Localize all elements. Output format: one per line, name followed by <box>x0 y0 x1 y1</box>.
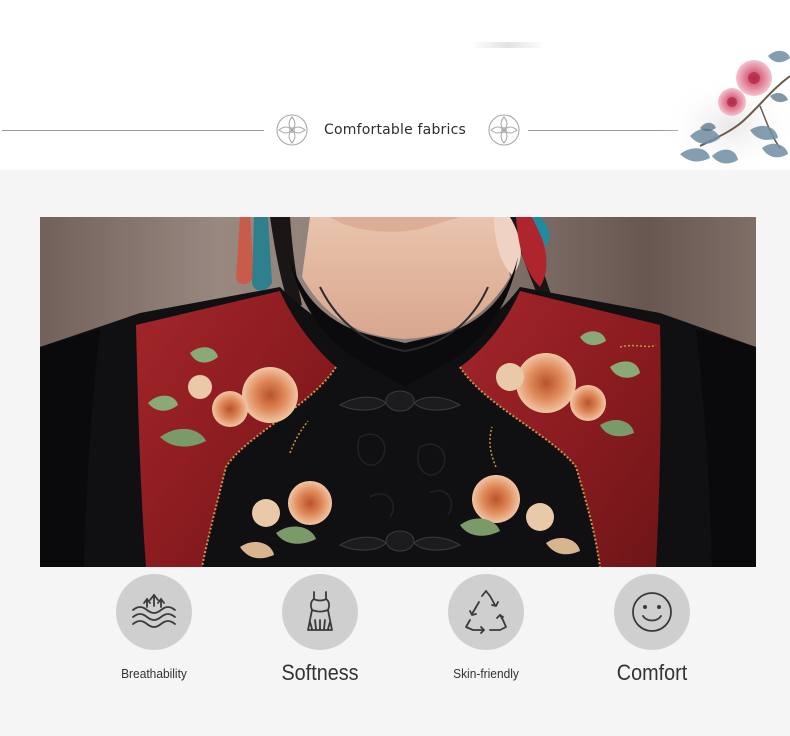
peony-painting-image <box>660 50 790 170</box>
ornament-icon-left <box>276 114 308 146</box>
product-detail-page: Comfortable fabrics Breathability Softne… <box>0 0 790 736</box>
header-divider-left <box>2 130 264 131</box>
comfort-icon-circle <box>614 574 690 650</box>
feature-label: Breathability <box>121 666 187 681</box>
feature-breathability: Breathability <box>74 574 234 704</box>
recycle-icon <box>465 590 507 634</box>
product-photo <box>40 217 756 567</box>
feature-label: Comfort <box>616 660 688 685</box>
section-header: Comfortable fabrics <box>0 0 790 170</box>
feature-label: Skin-friendly <box>453 666 519 681</box>
feature-comfort: Comfort <box>572 574 732 704</box>
feature-softness: Softness <box>240 574 400 704</box>
ornament-icon-right <box>488 114 520 146</box>
waves-up-arrows-icon <box>132 593 176 628</box>
feature-skin-friendly: Skin-friendly <box>406 574 566 704</box>
softness-icon-circle <box>282 574 358 650</box>
breathability-icon-circle <box>116 574 192 650</box>
dress-icon <box>307 591 333 631</box>
skin-friendly-icon-circle <box>448 574 524 650</box>
decorative-haze <box>470 42 546 48</box>
smiley-face-icon <box>632 592 672 632</box>
garment-closeup-image <box>40 217 756 567</box>
feature-label: Softness <box>281 660 359 685</box>
section-title: Comfortable fabrics <box>324 122 466 138</box>
